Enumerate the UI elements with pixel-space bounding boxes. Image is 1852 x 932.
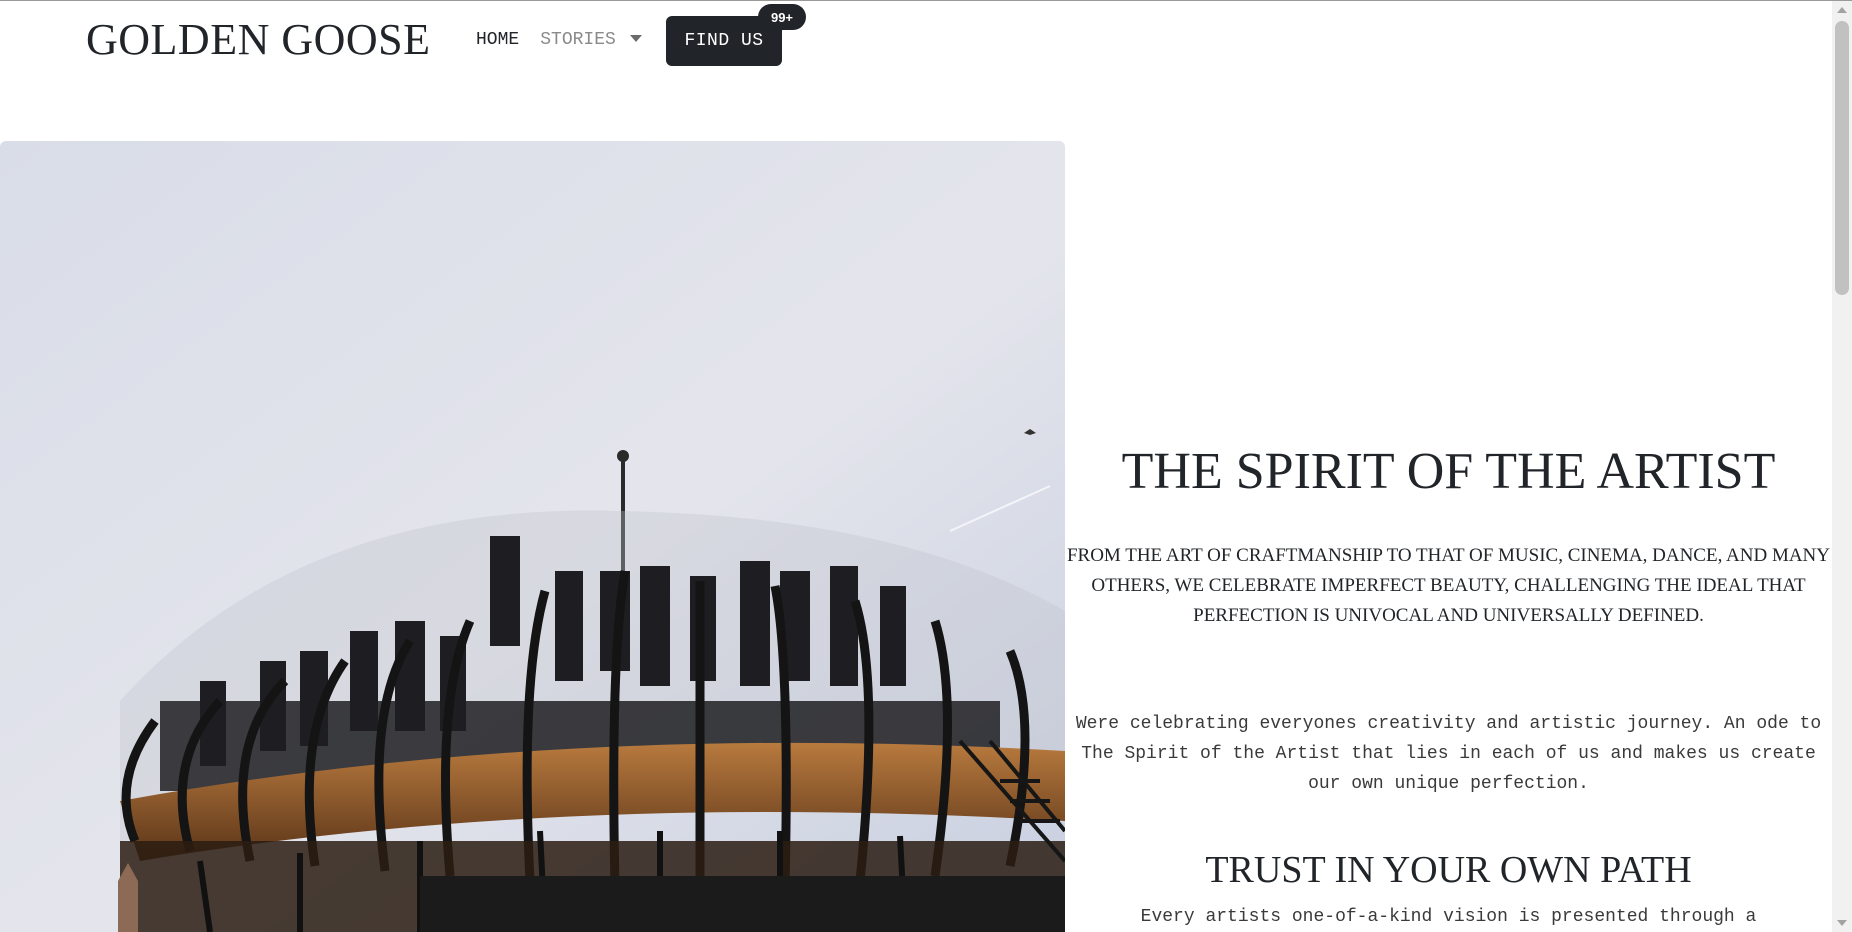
hero-photo xyxy=(0,141,1065,932)
section-paragraph: Every artists one-of-a-kind vision is pr… xyxy=(1140,907,1757,927)
notification-badge: 99+ xyxy=(758,4,806,30)
section-subtitle: TRUST IN YOUR OWN PATH xyxy=(1205,849,1692,891)
page-title: THE SPIRIT OF THE ARTIST xyxy=(1121,443,1776,500)
vertical-scrollbar[interactable] xyxy=(1832,1,1852,932)
scroll-up-arrow-icon[interactable] xyxy=(1837,7,1847,13)
hero-image xyxy=(0,141,1065,932)
caret-down-icon[interactable] xyxy=(629,34,642,42)
lead-text: FROM THE ART OF CRAFTMANSHIP TO THAT OF … xyxy=(1066,545,1831,626)
scroll-down-arrow-icon[interactable] xyxy=(1837,920,1847,926)
scrollbar-thumb[interactable] xyxy=(1835,21,1849,295)
brand-logo[interactable]: GOLDEN GOOSE xyxy=(86,14,431,66)
nav-home-link[interactable]: HOME xyxy=(476,30,519,50)
main-nav: HOME STORIES xyxy=(476,24,642,56)
main-content: THE SPIRIT OF THE ARTIST FROM THE ART OF… xyxy=(1065,0,1832,932)
nav-stories-link[interactable]: STORIES xyxy=(540,30,616,50)
intro-paragraph: Were celebrating everyones creativity an… xyxy=(1075,714,1822,794)
